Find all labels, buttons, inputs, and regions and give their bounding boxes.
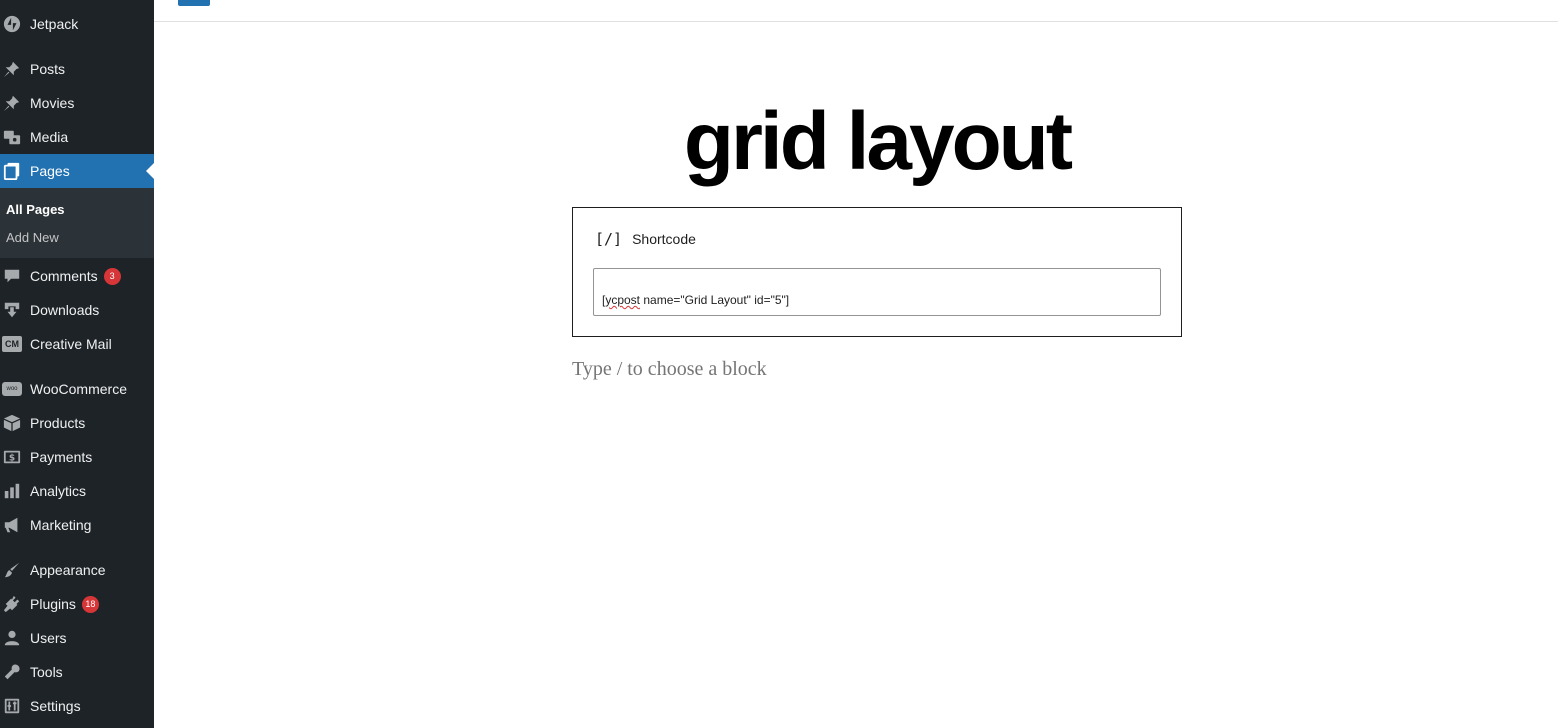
menu-item-payments[interactable]: $ Payments	[0, 440, 154, 474]
menu-label: Marketing	[30, 517, 92, 533]
settings-icon	[2, 696, 22, 716]
shortcode-block-header: [/] Shortcode	[595, 230, 696, 248]
comment-icon	[2, 266, 22, 286]
menu-item-settings[interactable]: Settings	[0, 689, 154, 723]
toolbar-button[interactable]	[178, 0, 210, 6]
plugins-update-badge: 18	[81, 595, 99, 613]
block-appender-placeholder[interactable]: Type / to choose a block	[572, 358, 767, 381]
menu-label: Pages	[30, 163, 70, 179]
post-title[interactable]: grid layout	[572, 96, 1182, 188]
editor-top-toolbar	[154, 0, 1558, 22]
plugin-icon	[2, 594, 22, 614]
menu-label: Payments	[30, 449, 93, 465]
menu-item-creative-mail[interactable]: CM Creative Mail	[0, 327, 154, 361]
analytics-bar-icon	[2, 481, 22, 501]
menu-item-downloads[interactable]: Downloads	[0, 293, 154, 327]
shortcode-input[interactable]: [ycpost name="Grid Layout" id="5"]	[593, 268, 1161, 316]
svg-text:$: $	[9, 454, 15, 464]
menu-item-plugins[interactable]: Plugins 18	[0, 587, 154, 621]
shortcode-block-label: Shortcode	[632, 231, 696, 247]
menu-item-woocommerce[interactable]: woo WooCommerce	[0, 372, 154, 406]
comments-count-badge: 3	[103, 267, 121, 285]
woocommerce-icon: woo	[2, 379, 22, 399]
menu-item-analytics[interactable]: Analytics	[0, 474, 154, 508]
download-icon	[2, 300, 22, 320]
menu-label: Posts	[30, 61, 66, 77]
creative-mail-icon: CM	[2, 334, 22, 354]
menu-label: Tools	[30, 664, 63, 680]
pin-icon	[2, 93, 22, 113]
menu-label: Products	[30, 415, 86, 431]
menu-item-movies[interactable]: Movies	[0, 86, 154, 120]
menu-item-posts[interactable]: Posts	[0, 52, 154, 86]
shortcode-block[interactable]: [/] Shortcode [ycpost name="Grid Layout"…	[572, 207, 1182, 337]
menu-item-tools[interactable]: Tools	[0, 655, 154, 689]
menu-label: Media	[30, 129, 69, 145]
menu-item-pages[interactable]: Pages	[0, 154, 154, 188]
pages-submenu: All Pages Add New	[0, 188, 154, 258]
pin-icon	[2, 59, 22, 79]
payments-icon: $	[2, 447, 22, 467]
menu-label: Creative Mail	[30, 336, 112, 352]
menu-label: Plugins	[30, 596, 76, 612]
menu-item-users[interactable]: Users	[0, 621, 154, 655]
menu-item-marketing[interactable]: Marketing	[0, 508, 154, 542]
menu-label: WooCommerce	[30, 381, 127, 397]
user-icon	[2, 628, 22, 648]
wrench-icon	[2, 662, 22, 682]
menu-label: Analytics	[30, 483, 87, 499]
menu-item-appearance[interactable]: Appearance	[0, 553, 154, 587]
menu-label: Users	[30, 630, 67, 646]
menu-label: Comments	[30, 268, 98, 284]
paintbrush-icon	[2, 560, 22, 580]
shortcode-text-misspelled: [ycpost	[602, 293, 641, 307]
menu-item-products[interactable]: Products	[0, 406, 154, 440]
menu-label: Downloads	[30, 302, 100, 318]
menu-item-comments[interactable]: Comments 3	[0, 259, 154, 293]
shortcode-icon: [/]	[595, 230, 623, 248]
pages-icon	[2, 161, 22, 181]
submenu-all-pages[interactable]: All Pages	[6, 202, 65, 217]
menu-label: Appearance	[30, 562, 106, 578]
submenu-add-new[interactable]: Add New	[6, 230, 59, 245]
products-box-icon	[2, 413, 22, 433]
menu-item-media[interactable]: Media	[0, 120, 154, 154]
menu-label: Settings	[30, 698, 81, 714]
megaphone-icon	[2, 515, 22, 535]
menu-item-jetpack[interactable]: Jetpack	[0, 7, 154, 41]
jetpack-icon	[2, 14, 22, 34]
menu-label: Jetpack	[30, 16, 79, 32]
admin-sidebar: Jetpack Posts Movies Media Pages All Pag…	[0, 0, 154, 728]
shortcode-text: name="Grid Layout" id="5"]	[640, 293, 790, 307]
menu-label: Movies	[30, 95, 75, 111]
media-icon	[2, 127, 22, 147]
